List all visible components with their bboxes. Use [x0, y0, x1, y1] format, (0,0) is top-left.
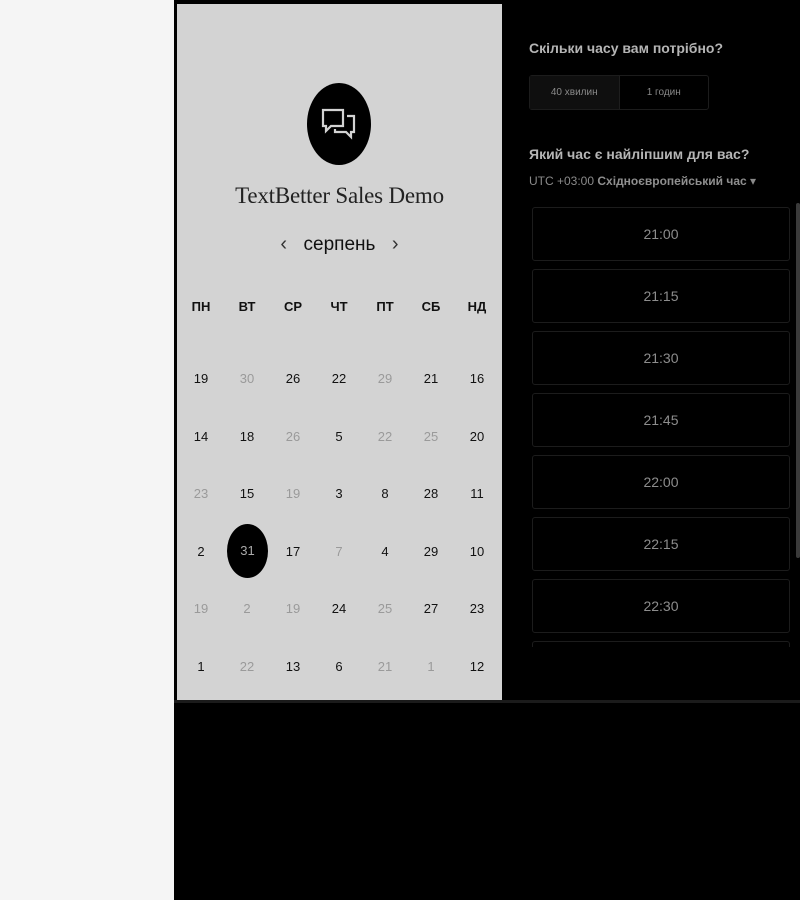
booking-pane: Скільки часу вам потрібно? 40 хвилин 1 го…: [502, 0, 800, 700]
weekday-label: СБ: [421, 299, 441, 314]
calendar-day[interactable]: 1: [181, 647, 221, 687]
calendar-day[interactable]: 15: [227, 474, 267, 514]
calendar-day: 26: [285, 429, 301, 444]
calendar-day: 25: [423, 429, 439, 444]
time-slot[interactable]: 21:45: [532, 393, 790, 447]
calendar-day: 2: [243, 601, 251, 616]
calendar-day: 23: [193, 486, 209, 501]
calendar-day[interactable]: 14: [181, 417, 221, 457]
calendar-day[interactable]: 5: [319, 417, 359, 457]
divider: [174, 700, 800, 703]
month-navigation: ‹ серпень ›: [177, 233, 502, 256]
duration-option[interactable]: 40 хвилин: [530, 76, 620, 109]
timezone-offset: UTC +03:00: [529, 174, 595, 188]
weekday-label: СР: [283, 299, 303, 314]
timezone-name: Східноєвропейський час: [597, 174, 747, 188]
calendar-day[interactable]: 3: [319, 474, 359, 514]
time-slot[interactable]: [532, 641, 790, 647]
weekday-label: НД: [467, 299, 487, 314]
calendar-day[interactable]: 18: [227, 417, 267, 457]
calendar-day[interactable]: 8: [365, 474, 405, 514]
time-slot[interactable]: 21:30: [532, 331, 790, 385]
time-slot[interactable]: 22:15: [532, 517, 790, 571]
page-title: TextBetter Sales Demo: [235, 183, 444, 208]
calendar-day: 7: [335, 544, 343, 559]
weekday-label: ПН: [191, 299, 211, 314]
calendar-day[interactable]: 26: [273, 359, 313, 399]
logo: [307, 83, 371, 165]
chat-bubbles-icon: [321, 108, 356, 140]
calendar-day[interactable]: 16: [457, 359, 497, 399]
calendar-day[interactable]: 28: [411, 474, 451, 514]
calendar-day: 22: [239, 659, 255, 674]
time-slot-list: 21:00 21:15 21:30 21:45 22:00 22:15 22:30: [532, 207, 790, 647]
calendar-day[interactable]: 11: [457, 474, 497, 514]
calendar-day[interactable]: 10: [457, 532, 497, 572]
calendar-day: 19: [285, 486, 301, 501]
calendar-day[interactable]: 19: [181, 359, 221, 399]
time-slot[interactable]: 21:00: [532, 207, 790, 261]
calendar-day[interactable]: 24: [319, 589, 359, 629]
calendar-day[interactable]: 22: [319, 359, 359, 399]
calendar-day[interactable]: 23: [457, 589, 497, 629]
calendar-day[interactable]: 21: [411, 359, 451, 399]
chevron-left-icon[interactable]: ‹: [272, 233, 295, 256]
time-slot[interactable]: 21:15: [532, 269, 790, 323]
calendar-day[interactable]: 17: [273, 532, 313, 572]
duration-option[interactable]: 1 годин: [620, 76, 709, 109]
month-label: серпень: [303, 233, 376, 255]
calendar-day[interactable]: 13: [273, 647, 313, 687]
calendar-day: 1: [427, 659, 435, 674]
calendar-day: 22: [377, 429, 393, 444]
weekday-label: ПТ: [376, 299, 394, 314]
calendar-day-selected[interactable]: 31: [227, 524, 268, 578]
scrollbar[interactable]: [796, 203, 800, 558]
duration-question: Скільки часу вам потрібно?: [529, 40, 724, 56]
calendar-day[interactable]: 2: [181, 532, 221, 572]
time-question: Який час є найліпшим для вас?: [529, 146, 750, 162]
time-slot[interactable]: 22:00: [532, 455, 790, 509]
chevron-down-icon: ▾: [750, 174, 757, 188]
calendar-day[interactable]: 12: [457, 647, 497, 687]
chevron-right-icon[interactable]: ›: [384, 233, 407, 256]
calendar-day: 30: [239, 371, 255, 386]
time-slot[interactable]: 22:30: [532, 579, 790, 633]
calendar-day: 19: [285, 601, 301, 616]
calendar-day: 29: [377, 371, 393, 386]
calendar-day[interactable]: 29: [411, 532, 451, 572]
calendar-day[interactable]: 27: [411, 589, 451, 629]
calendar-panel: TextBetter Sales Demo ‹ серпень › ПН ВТ СР…: [177, 4, 502, 700]
weekday-label: ВТ: [238, 299, 256, 314]
calendar-day: 25: [377, 601, 393, 616]
calendar-day[interactable]: 4: [365, 532, 405, 572]
calendar-day[interactable]: 6: [319, 647, 359, 687]
calendar-day: 19: [193, 601, 209, 616]
calendar-day: 21: [377, 659, 393, 674]
timezone-selector[interactable]: UTC +03:00 Східноєвропейський час ▾: [529, 174, 756, 188]
calendar-day[interactable]: 20: [457, 417, 497, 457]
left-background: [0, 0, 174, 900]
duration-selector: 40 хвилин 1 годин: [529, 75, 709, 110]
weekday-label: ЧТ: [330, 299, 348, 314]
